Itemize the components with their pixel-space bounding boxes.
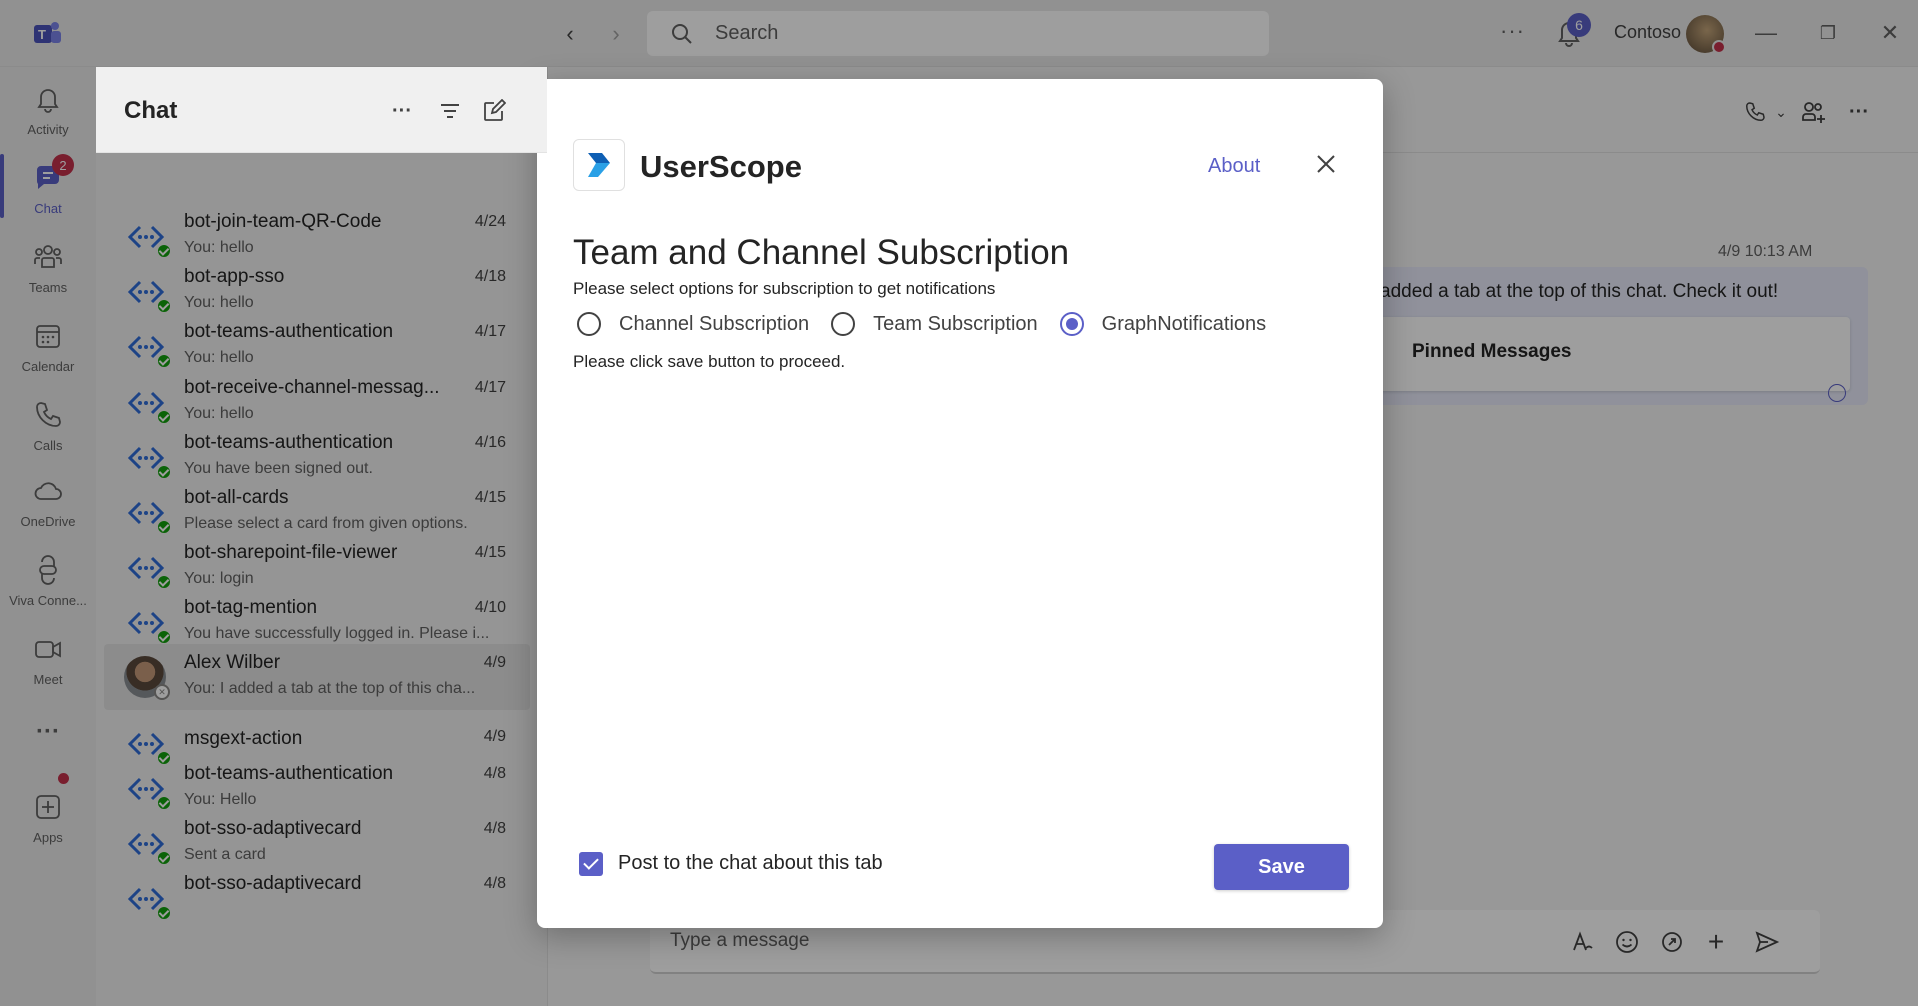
about-link[interactable]: About: [1208, 155, 1260, 178]
radio-channel-subscription[interactable]: Channel Subscription: [577, 312, 809, 336]
app-logo-icon: [573, 139, 625, 191]
radio-label: GraphNotifications: [1101, 312, 1267, 335]
save-button[interactable]: Save: [1214, 844, 1349, 890]
dialog-note: Please click save button to proceed.: [573, 352, 846, 371]
radio-circle[interactable]: [831, 312, 856, 336]
radio-graph-notifications[interactable]: GraphNotifications: [1059, 312, 1267, 336]
close-icon[interactable]: [1311, 149, 1341, 179]
subscription-options: Channel Subscription Team Subscription G…: [577, 309, 1288, 339]
post-to-chat-label[interactable]: Post to the chat about this tab: [618, 852, 883, 875]
new-chat-icon[interactable]: [480, 97, 508, 125]
dialog-heading: Team and Channel Subscription: [573, 233, 1070, 272]
chat-list-title: Chat: [124, 97, 178, 124]
chat-list-header: Chat ···: [96, 67, 547, 153]
dialog-subtitle: Please select options for subscription t…: [573, 279, 996, 298]
more-options-icon[interactable]: ···: [388, 97, 416, 125]
filter-icon[interactable]: [436, 97, 464, 125]
radio-circle[interactable]: [1059, 312, 1084, 336]
subscription-dialog: UserScope About Team and Channel Subscri…: [537, 79, 1383, 928]
radio-label: Channel Subscription: [619, 312, 810, 335]
post-to-chat-checkbox[interactable]: [579, 852, 603, 876]
radio-team-subscription[interactable]: Team Subscription: [831, 312, 1038, 336]
radio-circle[interactable]: [577, 312, 601, 336]
app-name: UserScope: [640, 149, 802, 184]
radio-label: Team Subscription: [873, 312, 1038, 335]
